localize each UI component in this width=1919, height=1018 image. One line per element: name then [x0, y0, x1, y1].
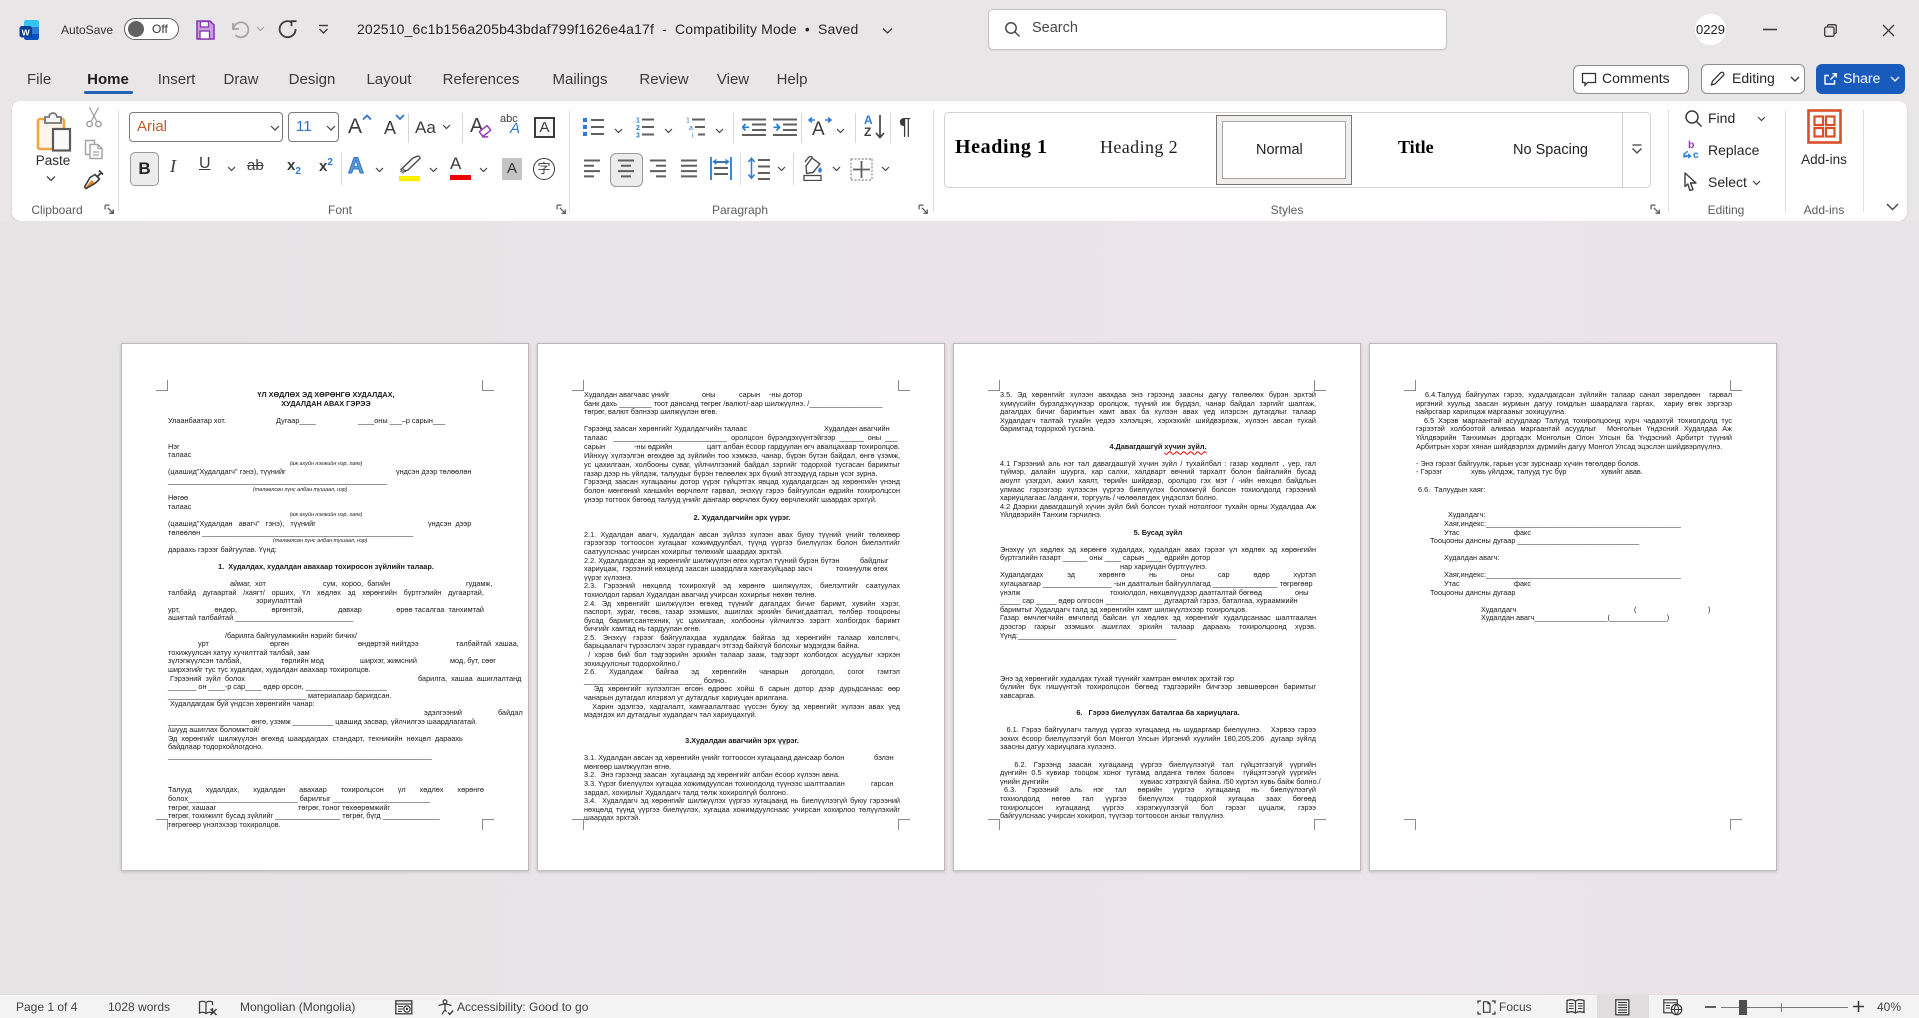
svg-text:1: 1	[686, 118, 690, 125]
svg-text:c: c	[1693, 149, 1699, 160]
svg-text:2: 2	[636, 125, 640, 132]
svg-text:W: W	[22, 27, 31, 37]
svg-text:a: a	[689, 125, 693, 132]
svg-text:3: 3	[636, 133, 640, 139]
svg-text:i: i	[692, 133, 694, 139]
svg-text:1: 1	[636, 118, 640, 125]
